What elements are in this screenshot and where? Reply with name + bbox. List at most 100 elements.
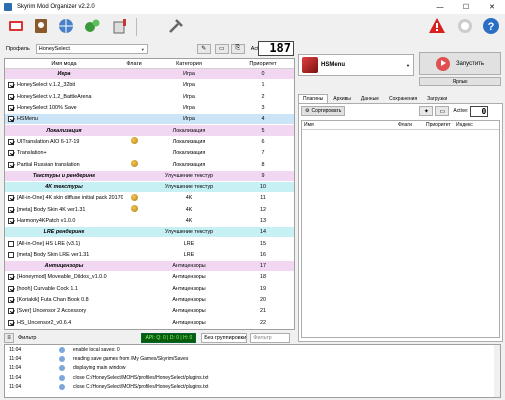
- folder-icon: ▭: [218, 46, 225, 52]
- play-icon: [435, 56, 450, 71]
- log-scrollbar[interactable]: [494, 345, 500, 397]
- separator-row[interactable]: Локализация Локализация 5: [5, 125, 294, 137]
- tab-2[interactable]: Данные: [356, 94, 384, 103]
- tab-3[interactable]: Сохранения: [384, 94, 422, 103]
- minimize-button[interactable]: —: [427, 0, 453, 14]
- configure-button[interactable]: [166, 16, 186, 36]
- col-flags[interactable]: Флаги: [123, 61, 145, 67]
- shortcut-button[interactable]: Ярлык: [419, 77, 501, 86]
- mod-enabled-checkbox[interactable]: [8, 116, 14, 123]
- info-icon: [59, 383, 65, 390]
- mod-enabled-checkbox[interactable]: [8, 240, 14, 247]
- mod-row[interactable]: HS_Uncensor2_v0.6.4 Антицензоры 22: [5, 318, 294, 329]
- separator-row[interactable]: Антицензоры Антицензоры 17: [5, 261, 294, 273]
- mod-row[interactable]: [All-in-One] HS LRE (v3.1) LRE 15: [5, 238, 294, 250]
- tab-4[interactable]: Загрузки: [422, 94, 452, 103]
- separator-row[interactable]: Текстуры и рендеринг Улучшение текстур 9: [5, 170, 294, 182]
- mod-row[interactable]: [All-in-One] 4K skin diffuse initial pac…: [5, 193, 294, 205]
- mod-name-text: Локализация: [46, 127, 82, 134]
- instance-button[interactable]: [6, 16, 26, 36]
- mod-row[interactable]: HoneySelect v.1.2_BattleArena Игра 2: [5, 92, 294, 103]
- mod-enabled-checkbox[interactable]: [8, 251, 14, 258]
- mod-enabled-checkbox[interactable]: [8, 161, 14, 168]
- mod-enabled-checkbox[interactable]: [8, 274, 14, 281]
- plugin-folder-button[interactable]: ▭: [435, 106, 450, 116]
- plugin-action-button[interactable]: ✦: [419, 106, 434, 116]
- update-button[interactable]: [455, 16, 475, 36]
- mod-row[interactable]: HoneySelect 100% Save Игра 3: [5, 103, 294, 115]
- mod-filter-input[interactable]: Фильтр: [250, 332, 291, 343]
- col-category[interactable]: Категория: [145, 61, 233, 67]
- mod-enabled-checkbox[interactable]: [8, 195, 14, 202]
- mod-enabled-checkbox[interactable]: [8, 93, 14, 100]
- separator-row[interactable]: 4K текстуры Улучшение текстур 10: [5, 181, 294, 194]
- mod-enabled-checkbox[interactable]: [8, 105, 14, 112]
- mod-list[interactable]: Имя мода Флаги Категория Приоритет Игра И…: [4, 58, 295, 330]
- mod-name-text: [Honeymod] Moveable_Dildos_v1.0.0: [17, 274, 107, 281]
- mod-row[interactable]: [Koriakik] Futa Chan Book 0.8 Антицензоры…: [5, 295, 294, 307]
- svg-text:?: ?: [488, 21, 495, 33]
- notifications-button[interactable]: [427, 16, 447, 36]
- browse-nexus-button[interactable]: [56, 16, 76, 36]
- separator-row[interactable]: Игра Игра 0: [5, 69, 294, 81]
- active-count-display: 187: [258, 41, 294, 56]
- log-time: 11:04: [9, 346, 22, 353]
- mod-enabled-checkbox[interactable]: [8, 82, 14, 89]
- mod-row[interactable]: [Sver] Uncensor 2 Accessory Антицензоры 21: [5, 306, 294, 318]
- run-button[interactable]: Запустить: [419, 52, 501, 75]
- mod-enabled-checkbox[interactable]: [8, 218, 14, 224]
- mod-row[interactable]: [Honeymod] Moveable_Dildos_v1.0.0 Антицен…: [5, 272, 294, 284]
- mod-name: [All-in-One] 4K skin diffuse initial pac…: [5, 195, 123, 202]
- mod-priority: 19: [260, 285, 266, 292]
- actions-button[interactable]: ✎: [196, 43, 211, 54]
- mod-row[interactable]: MakeUnc_FromPlayClub_V4.1Антицензоры23: [5, 329, 294, 330]
- mod-enabled-checkbox[interactable]: [8, 206, 14, 213]
- mod-name: [hooh] Curvable Cock 1.1: [5, 285, 123, 292]
- col-plugin-name[interactable]: Имя: [302, 122, 398, 128]
- profile-select[interactable]: HoneySelect ▼: [35, 43, 148, 54]
- mod-row[interactable]: HSMenu Игра 4: [5, 114, 294, 126]
- mod-row[interactable]: UITranslation AIO 6-17-19 Локализация 6: [5, 137, 294, 149]
- mod-name-text: Translation+: [17, 150, 47, 157]
- filter-toggle-button[interactable]: ≡: [4, 332, 14, 343]
- mod-row[interactable]: Harmony4KPatch v1.0.0 4K 13: [5, 216, 294, 228]
- mod-row[interactable]: Translation+ Локализация 7: [5, 148, 294, 160]
- col-plugin-priority[interactable]: Приоритет: [426, 122, 456, 128]
- help-button[interactable]: ?: [481, 16, 501, 36]
- mod-row[interactable]: Partial Russian translation Локализация 8: [5, 159, 294, 171]
- col-priority[interactable]: Приоритет: [233, 61, 293, 67]
- executable-select[interactable]: HSMenu ▼: [298, 54, 414, 76]
- open-folder-button[interactable]: ▭: [214, 43, 229, 54]
- mod-enabled-checkbox[interactable]: [8, 150, 14, 157]
- mod-enabled-checkbox[interactable]: [8, 319, 14, 326]
- mod-row[interactable]: [hooh] Curvable Cock 1.1 Антицензоры 19: [5, 284, 294, 295]
- grouping-select[interactable]: Без группировки: [201, 332, 248, 343]
- mod-row[interactable]: HoneySelect v.1.2_32bit Игра 1: [5, 80, 294, 92]
- profiles-button[interactable]: [31, 16, 51, 36]
- settings-button[interactable]: [82, 16, 102, 36]
- restore-backup-button[interactable]: ⎘: [230, 43, 245, 54]
- mod-enabled-checkbox[interactable]: [8, 297, 14, 304]
- maximize-button[interactable]: ☐: [453, 0, 479, 14]
- mod-enabled-checkbox[interactable]: [8, 308, 14, 315]
- col-plugin-flags[interactable]: Флаги: [398, 122, 426, 128]
- mod-enabled-checkbox[interactable]: [8, 138, 14, 145]
- close-button[interactable]: ✕: [479, 0, 505, 14]
- separator-row[interactable]: LRE рендеринг Улучшение текстур 14: [5, 227, 294, 239]
- mod-enabled-checkbox[interactable]: [8, 285, 14, 292]
- mod-row[interactable]: [meta] Body Skin LRE ver1.31 LRE 16: [5, 250, 294, 262]
- mod-priority: 0: [261, 71, 265, 78]
- tab-0[interactable]: Плагины: [298, 94, 329, 103]
- col-mod-name[interactable]: Имя мода: [5, 61, 123, 67]
- mod-name: Антицензоры: [5, 263, 123, 269]
- tab-1[interactable]: Архивы: [328, 94, 356, 103]
- mod-row[interactable]: [meta] Body Skin 4K ver1.31 4K 12: [5, 205, 294, 216]
- tools-button[interactable]: [110, 16, 130, 36]
- mod-priority: 9: [261, 172, 265, 179]
- mod-list-header: Имя мода Флаги Категория Приоритет: [5, 59, 294, 69]
- sort-button[interactable]: ⚙ Сортировать: [301, 106, 346, 116]
- col-plugin-index[interactable]: Индекс: [456, 122, 486, 128]
- mod-name-text: HoneySelect v.1.2_BattleArena: [17, 93, 92, 100]
- log-text: reading save games from /My Games/Skyrim…: [73, 355, 189, 362]
- plugin-list[interactable]: Имя Флаги Приоритет Индекс: [301, 120, 500, 338]
